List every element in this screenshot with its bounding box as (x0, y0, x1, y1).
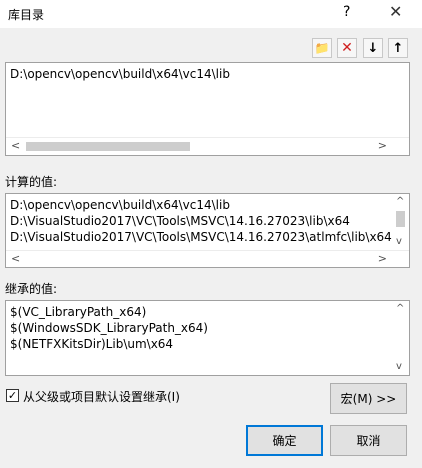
inherited-values-list: $(VC_LibraryPath_x64) $(WindowsSDK_Libra… (5, 300, 410, 376)
scroll-down-icon[interactable]: v (396, 361, 402, 372)
scroll-left-icon[interactable]: < (11, 252, 20, 265)
delete-line-button[interactable]: ✕ (337, 38, 357, 58)
dialog-title: 库目录 (8, 8, 45, 22)
move-down-button[interactable]: ↓ (363, 38, 383, 58)
inherited-line: $(WindowsSDK_LibraryPath_x64) (10, 321, 208, 335)
computed-values-list: D:\opencv\opencv\build\x64\vc14\lib D:\V… (5, 193, 410, 268)
cancel-button[interactable]: 取消 (330, 425, 407, 456)
inherited-vertical-scrollbar[interactable]: ^ v (392, 301, 409, 375)
computed-values-label: 计算的值: (5, 175, 58, 189)
scroll-thumb[interactable] (396, 211, 405, 227)
close-button[interactable]: ✕ (389, 2, 402, 21)
help-button[interactable]: ? (343, 4, 350, 20)
arrow-up-icon: ↑ (392, 40, 404, 56)
computed-vertical-scrollbar[interactable]: ^ v (392, 194, 409, 251)
scroll-down-icon[interactable]: v (396, 236, 402, 247)
scroll-thumb[interactable] (26, 142, 190, 151)
move-up-button[interactable]: ↑ (388, 38, 408, 58)
arrow-down-icon: ↓ (367, 40, 379, 56)
new-line-button[interactable]: 📁 (312, 38, 332, 58)
macros-button[interactable]: 宏(M) >> (330, 383, 407, 414)
scroll-up-icon[interactable]: ^ (396, 196, 404, 207)
computed-horizontal-scrollbar[interactable]: < > (6, 250, 409, 267)
edit-horizontal-scrollbar[interactable]: < > (6, 137, 409, 154)
scroll-right-icon[interactable]: > (378, 139, 387, 152)
delete-icon: ✕ (341, 40, 353, 56)
computed-line: D:\opencv\opencv\build\x64\vc14\lib (10, 198, 230, 212)
inherited-line: $(VC_LibraryPath_x64) (10, 305, 147, 319)
inherit-checkbox-label[interactable]: 从父级或项目默认设置继承(I) (23, 388, 180, 405)
directory-edit-list[interactable]: D:\opencv\opencv\build\x64\vc14\lib < > (5, 62, 410, 156)
inherited-line: $(NETFXKitsDir)Lib\um\x64 (10, 337, 174, 351)
inherited-values-label: 继承的值: (5, 282, 58, 296)
computed-line: D:\VisualStudio2017\VC\Tools\MSVC\14.16.… (10, 230, 392, 244)
ok-button[interactable]: 确定 (246, 425, 323, 456)
scroll-up-icon[interactable]: ^ (396, 303, 404, 314)
folder-icon: 📁 (314, 41, 330, 55)
checkmark-icon: ✓ (7, 389, 18, 402)
inherit-checkbox[interactable]: ✓ (6, 389, 19, 402)
scroll-left-icon[interactable]: < (11, 139, 20, 152)
computed-line: D:\VisualStudio2017\VC\Tools\MSVC\14.16.… (10, 214, 350, 228)
scroll-right-icon[interactable]: > (378, 252, 387, 265)
title-bar (0, 0, 422, 28)
directory-entry[interactable]: D:\opencv\opencv\build\x64\vc14\lib (10, 67, 230, 81)
